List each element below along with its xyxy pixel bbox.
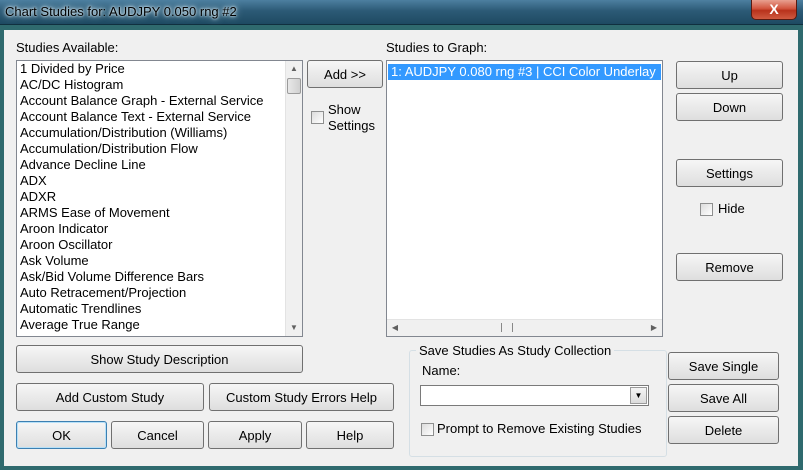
save-all-button[interactable]: Save All [668, 384, 779, 412]
studies-to-graph-hscrollbar[interactable]: ◀ ▶ [387, 319, 662, 336]
dropdown-arrow-icon[interactable]: ▼ [630, 387, 647, 404]
chart-studies-dialog: Chart Studies for: AUDJPY 0.050 rng #2 X… [0, 0, 803, 470]
study-list-item[interactable]: Average True Range [17, 317, 302, 333]
study-collection-title: Save Studies As Study Collection [416, 343, 615, 358]
title-bar[interactable]: Chart Studies for: AUDJPY 0.050 rng #2 X [0, 0, 803, 25]
save-single-button[interactable]: Save Single [668, 352, 779, 380]
study-list-item[interactable]: Account Balance Text - External Service [17, 109, 302, 125]
scroll-thumb[interactable] [287, 78, 301, 94]
scroll-left-icon[interactable]: ◀ [387, 320, 403, 336]
study-list-item[interactable]: Ask/Bid Volume Difference Bars [17, 269, 302, 285]
study-list-item[interactable]: Account Balance Graph - External Service [17, 93, 302, 109]
custom-study-errors-help-button[interactable]: Custom Study Errors Help [209, 383, 394, 411]
scroll-grip-icon[interactable] [501, 323, 513, 332]
add-custom-study-button[interactable]: Add Custom Study [16, 383, 204, 411]
studies-available-scrollbar[interactable]: ▲ ▼ [285, 61, 302, 336]
study-list-item[interactable]: Accumulation/Distribution Flow [17, 141, 302, 157]
collection-name-combo[interactable]: ▼ [420, 385, 649, 406]
studies-available-items: 1 Divided by Price AC/DC Histogram Account… [17, 61, 302, 333]
study-list-item[interactable]: Automatic Trendlines [17, 301, 302, 317]
move-up-button[interactable]: Up [676, 61, 783, 89]
graph-study-item[interactable]: 1: AUDJPY 0.080 rng #3 | CCI Color Under… [388, 64, 661, 80]
study-list-item[interactable]: Ask Volume [17, 253, 302, 269]
apply-button[interactable]: Apply [208, 421, 302, 449]
study-list-item[interactable]: Advance Decline Line [17, 157, 302, 173]
move-down-button[interactable]: Down [676, 93, 783, 121]
studies-to-graph-list[interactable]: 1: AUDJPY 0.080 rng #3 | CCI Color Under… [386, 60, 663, 337]
scroll-up-icon[interactable]: ▲ [286, 61, 302, 77]
study-list-item[interactable]: Aroon Indicator [17, 221, 302, 237]
study-list-item[interactable]: ARMS Ease of Movement [17, 205, 302, 221]
delete-button[interactable]: Delete [668, 416, 779, 444]
study-list-item[interactable]: Auto Retracement/Projection [17, 285, 302, 301]
remove-button[interactable]: Remove [676, 253, 783, 281]
dialog-client-area: Studies Available: 1 Divided by Price AC/… [4, 30, 798, 466]
studies-to-graph-label: Studies to Graph: [386, 40, 488, 55]
study-list-item[interactable]: Accumulation/Distribution (Williams) [17, 125, 302, 141]
show-settings-label-line2: Settings [328, 118, 375, 133]
close-button[interactable]: X [751, 0, 797, 20]
studies-available-label: Studies Available: [16, 40, 119, 55]
study-list-item[interactable]: AC/DC Histogram [17, 77, 302, 93]
show-settings-label: Show [328, 102, 361, 117]
prompt-remove-label: Prompt to Remove Existing Studies [437, 421, 642, 436]
study-list-item[interactable]: Aroon Oscillator [17, 237, 302, 253]
study-list-item[interactable]: ADXR [17, 189, 302, 205]
show-settings-checkbox[interactable] [311, 111, 324, 124]
ok-button[interactable]: OK [16, 421, 107, 449]
scroll-down-icon[interactable]: ▼ [286, 320, 302, 336]
study-list-item[interactable]: ADX [17, 173, 302, 189]
hide-checkbox[interactable] [700, 203, 713, 216]
help-button[interactable]: Help [306, 421, 394, 449]
prompt-remove-checkbox[interactable] [421, 423, 434, 436]
show-study-description-button[interactable]: Show Study Description [16, 345, 303, 373]
collection-name-label: Name: [422, 363, 461, 378]
hide-label: Hide [718, 201, 745, 216]
cancel-button[interactable]: Cancel [111, 421, 204, 449]
window-title: Chart Studies for: AUDJPY 0.050 rng #2 [5, 4, 237, 19]
settings-button[interactable]: Settings [676, 159, 783, 187]
study-list-item[interactable]: 1 Divided by Price [17, 61, 302, 77]
scroll-right-icon[interactable]: ▶ [646, 320, 662, 336]
studies-available-list[interactable]: 1 Divided by Price AC/DC Histogram Account… [16, 60, 303, 337]
add-study-button[interactable]: Add >> [307, 60, 383, 88]
